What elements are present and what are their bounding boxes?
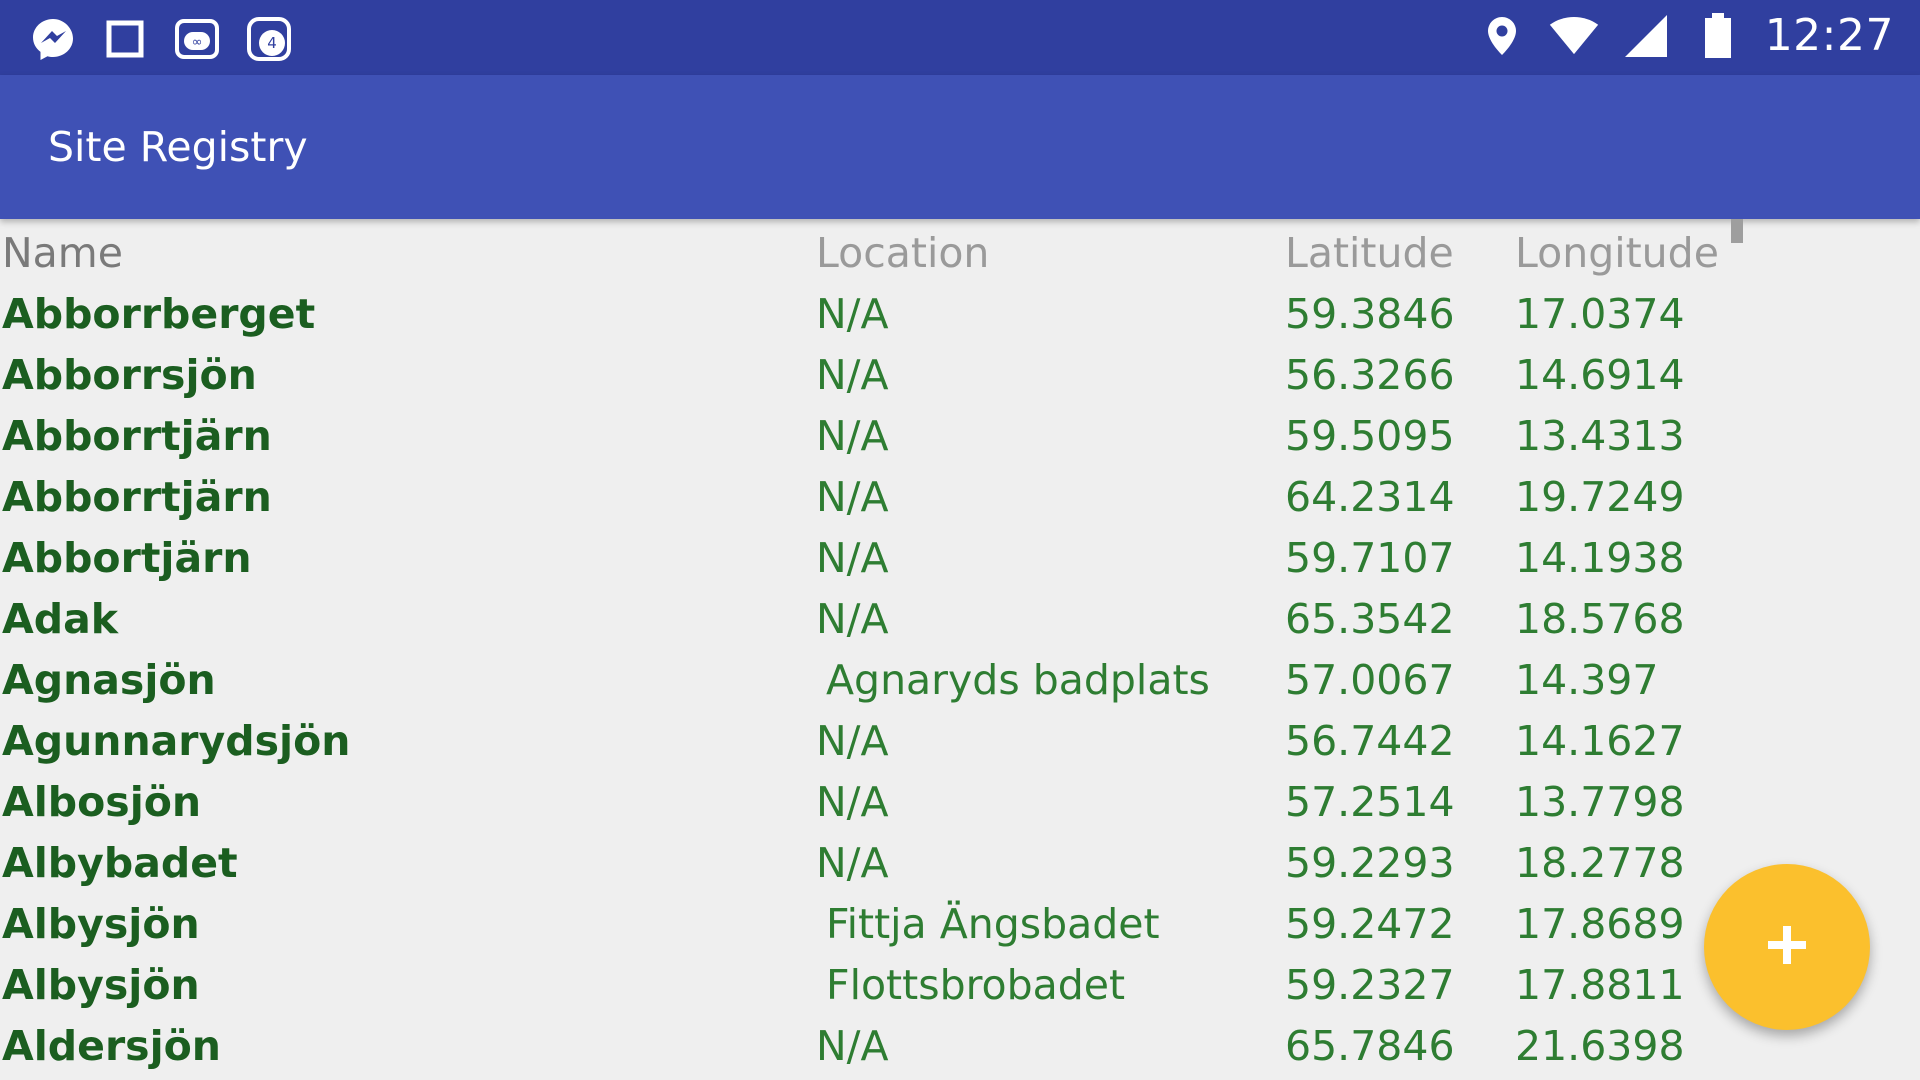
- add-site-button[interactable]: [1704, 864, 1870, 1030]
- site-longitude: 17.8689: [1515, 900, 1685, 948]
- site-latitude: 65.7846: [1285, 1022, 1455, 1070]
- messenger-icon: [28, 14, 78, 64]
- table-header: Name Location Latitude Longitude: [0, 221, 1760, 282]
- site-longitude: 21.6398: [1515, 1022, 1685, 1070]
- site-location: N/A: [816, 534, 889, 582]
- site-location: N/A: [816, 412, 889, 460]
- location-pin-icon: [1477, 11, 1527, 61]
- site-name: Albybadet: [2, 839, 238, 887]
- header-latitude[interactable]: Latitude: [1285, 231, 1454, 275]
- table-row[interactable]: Albysjön Flottsbrobadet 59.2327 17.8811: [0, 953, 1760, 1014]
- table-row[interactable]: Adak N/A 65.3542 18.5768: [0, 587, 1760, 648]
- site-name: Agnasjön: [2, 656, 216, 704]
- site-latitude: 56.7442: [1285, 717, 1455, 765]
- site-location: Fittja Ängsbadet: [826, 900, 1160, 948]
- wifi-icon: [1549, 11, 1599, 61]
- site-longitude: 14.1627: [1515, 717, 1685, 765]
- table-row[interactable]: Aldersjön N/A 65.7846 21.6398: [0, 1014, 1760, 1075]
- app-bar: Site Registry: [0, 75, 1920, 219]
- header-longitude[interactable]: Longitude: [1515, 231, 1719, 275]
- site-latitude: 59.2327: [1285, 961, 1455, 1009]
- site-latitude: 59.3846: [1285, 290, 1455, 338]
- site-name: Agunnarydsjön: [2, 717, 351, 765]
- table-row[interactable]: Abborrberget N/A 59.3846 17.0374: [0, 282, 1760, 343]
- site-location: N/A: [816, 1022, 889, 1070]
- site-latitude: 57.0067: [1285, 656, 1455, 704]
- site-location: N/A: [816, 717, 889, 765]
- table-row[interactable]: Albysjön Fittja Ängsbadet 59.2472 17.868…: [0, 892, 1760, 953]
- site-longitude: 17.0374: [1515, 290, 1685, 338]
- site-name: Abborrberget: [2, 290, 316, 338]
- site-name: Albosjön: [2, 778, 202, 826]
- status-bar: ∞ 4 12:27: [0, 0, 1920, 75]
- site-latitude: 57.2514: [1285, 778, 1455, 826]
- site-location: N/A: [816, 473, 889, 521]
- site-longitude: 13.7798: [1515, 778, 1685, 826]
- site-longitude: 18.5768: [1515, 595, 1685, 643]
- table-row[interactable]: Abborrtjärn N/A 64.2314 19.7249: [0, 465, 1760, 526]
- plus-icon: [1765, 923, 1809, 971]
- site-location: Flottsbrobadet: [826, 961, 1126, 1009]
- site-latitude: 56.3266: [1285, 351, 1455, 399]
- site-latitude: 59.2293: [1285, 839, 1455, 887]
- site-latitude: 59.7107: [1285, 534, 1455, 582]
- table-row[interactable]: Albosjön N/A 57.2514 13.7798: [0, 770, 1760, 831]
- site-location: Agnaryds badplats: [826, 656, 1210, 704]
- table-row[interactable]: Agunnarydsjön N/A 56.7442 14.1627: [0, 709, 1760, 770]
- site-name: Abborrtjärn: [2, 473, 272, 521]
- header-location[interactable]: Location: [816, 231, 989, 275]
- site-name: Albysjön: [2, 961, 200, 1009]
- site-longitude: 14.397: [1515, 656, 1659, 704]
- site-latitude: 59.2472: [1285, 900, 1455, 948]
- site-location: N/A: [816, 595, 889, 643]
- site-name: Adak: [2, 595, 119, 643]
- site-longitude: 13.4313: [1515, 412, 1685, 460]
- site-location: N/A: [816, 839, 889, 887]
- page-title: Site Registry: [48, 123, 308, 171]
- header-name[interactable]: Name: [2, 231, 123, 275]
- cell-signal-icon: [1621, 11, 1671, 61]
- table-row[interactable]: Agnasjön Agnaryds badplats 57.0067 14.39…: [0, 648, 1760, 709]
- table-row[interactable]: Albybadet N/A 59.2293 18.2778: [0, 831, 1760, 892]
- table-row[interactable]: Abborrsjön N/A 56.3266 14.6914: [0, 343, 1760, 404]
- site-location: N/A: [816, 351, 889, 399]
- site-location: N/A: [816, 778, 889, 826]
- site-latitude: 59.5095: [1285, 412, 1455, 460]
- site-latitude: 65.3542: [1285, 595, 1455, 643]
- site-latitude: 64.2314: [1285, 473, 1455, 521]
- owl-app-icon: ∞: [172, 14, 222, 64]
- site-longitude: 14.6914: [1515, 351, 1685, 399]
- site-name: Albysjön: [2, 900, 200, 948]
- svg-text:∞: ∞: [192, 35, 203, 50]
- site-longitude: 14.1938: [1515, 534, 1685, 582]
- table-row[interactable]: Abborrtjärn N/A 59.5095 13.4313: [0, 404, 1760, 465]
- status-clock: 12:27: [1764, 10, 1894, 61]
- square-icon: [100, 14, 150, 64]
- site-longitude: 18.2778: [1515, 839, 1685, 887]
- site-longitude: 17.8811: [1515, 961, 1685, 1009]
- site-longitude: 19.7249: [1515, 473, 1685, 521]
- notification-count-icon: 4: [244, 14, 294, 64]
- site-location: N/A: [816, 290, 889, 338]
- site-table: Name Location Latitude Longitude Abborrb…: [0, 221, 1760, 1075]
- site-name: Abbortjärn: [2, 534, 252, 582]
- battery-icon: [1693, 11, 1743, 61]
- site-name: Abborrsjön: [2, 351, 257, 399]
- site-name: Aldersjön: [2, 1022, 221, 1070]
- notification-count: 4: [267, 34, 277, 52]
- table-row[interactable]: Abbortjärn N/A 59.7107 14.1938: [0, 526, 1760, 587]
- site-name: Abborrtjärn: [2, 412, 272, 460]
